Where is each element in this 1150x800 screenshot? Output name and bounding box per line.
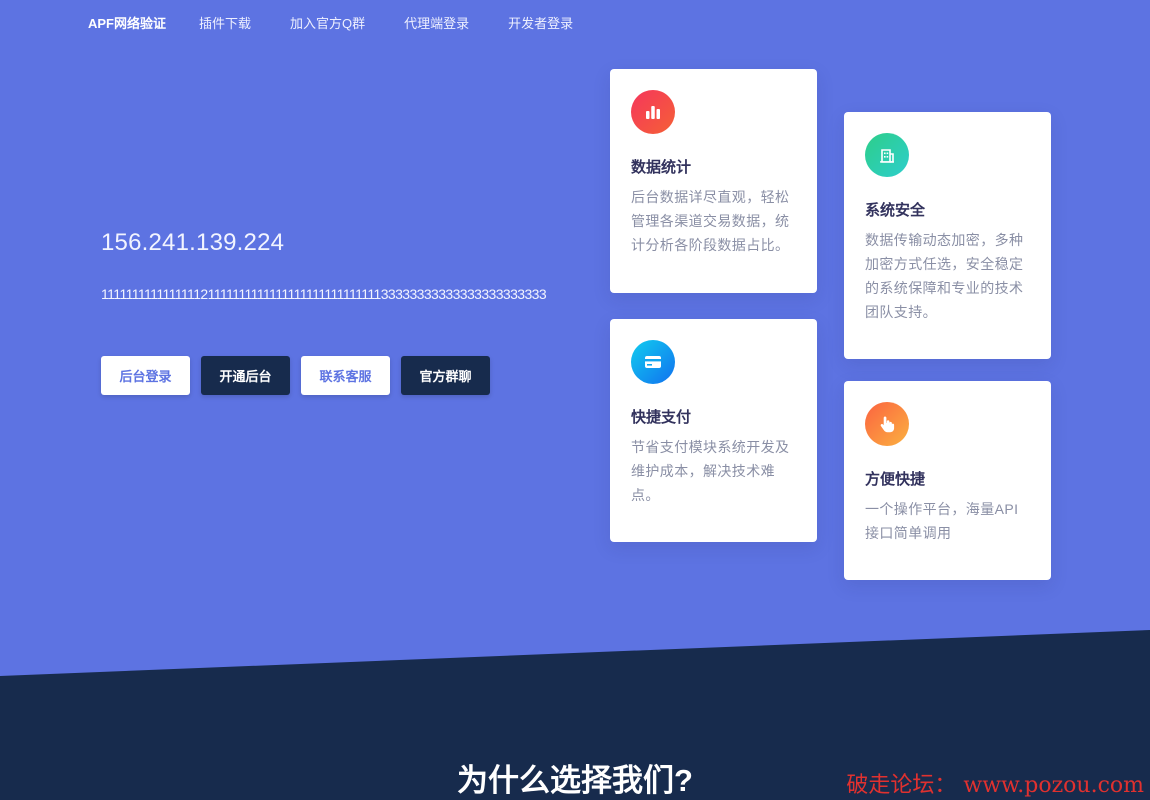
card-text: 数据传输动态加密，多种加密方式任选，安全稳定的系统保障和专业的技术团队支持。 [865, 232, 1024, 320]
open-backend-button[interactable]: 开通后台 [201, 356, 290, 395]
card-title: 快捷支付 [631, 409, 692, 426]
card-title: 方便快捷 [865, 471, 926, 488]
building-icon [865, 133, 909, 177]
hero-ip-address: 156.241.139.224 [101, 229, 285, 256]
top-nav: APF网络验证 插件下载 加入官方Q群 代理端登录 开发者登录 [88, 13, 612, 32]
feature-card-system-security: 系统安全 数据传输动态加密，多种加密方式任选，安全稳定的系统保障和专业的技术团队… [844, 112, 1051, 359]
admin-login-button[interactable]: 后台登录 [101, 356, 190, 395]
nav-link-agent-login[interactable]: 代理端登录 [404, 13, 469, 32]
bar-chart-icon [631, 90, 675, 134]
feature-card-quick-payment: 快捷支付 节省支付模块系统开发及维护成本，解决技术难点。 [610, 319, 817, 542]
brand-logo[interactable]: APF网络验证 [88, 13, 166, 32]
feature-card-data-statistics: 数据统计 后台数据详尽直观，轻松管理各渠道交易数据，统计分析各阶段数据占比。 [610, 69, 817, 293]
hand-pointer-icon [865, 402, 909, 446]
site-watermark: 破走论坛： www.pozou.com [846, 773, 1144, 798]
credit-card-icon [631, 340, 675, 384]
hero-description: 1111111111111111211111111111111111111111… [101, 286, 547, 302]
card-text: 后台数据详尽直观，轻松管理各渠道交易数据，统计分析各阶段数据占比。 [631, 189, 790, 253]
nav-link-developer-login[interactable]: 开发者登录 [508, 13, 573, 32]
feature-card-convenience: 方便快捷 一个操作平台，海量API接口简单调用 [844, 381, 1051, 580]
nav-link-join-qq-group[interactable]: 加入官方Q群 [290, 13, 365, 32]
card-text: 一个操作平台，海量API接口简单调用 [865, 501, 1019, 541]
card-title: 系统安全 [865, 202, 926, 219]
official-group-chat-button[interactable]: 官方群聊 [401, 356, 490, 395]
nav-link-plugin-download[interactable]: 插件下载 [199, 13, 251, 32]
card-text: 节省支付模块系统开发及维护成本，解决技术难点。 [631, 439, 790, 503]
contact-support-button[interactable]: 联系客服 [301, 356, 390, 395]
card-title: 数据统计 [631, 159, 692, 176]
